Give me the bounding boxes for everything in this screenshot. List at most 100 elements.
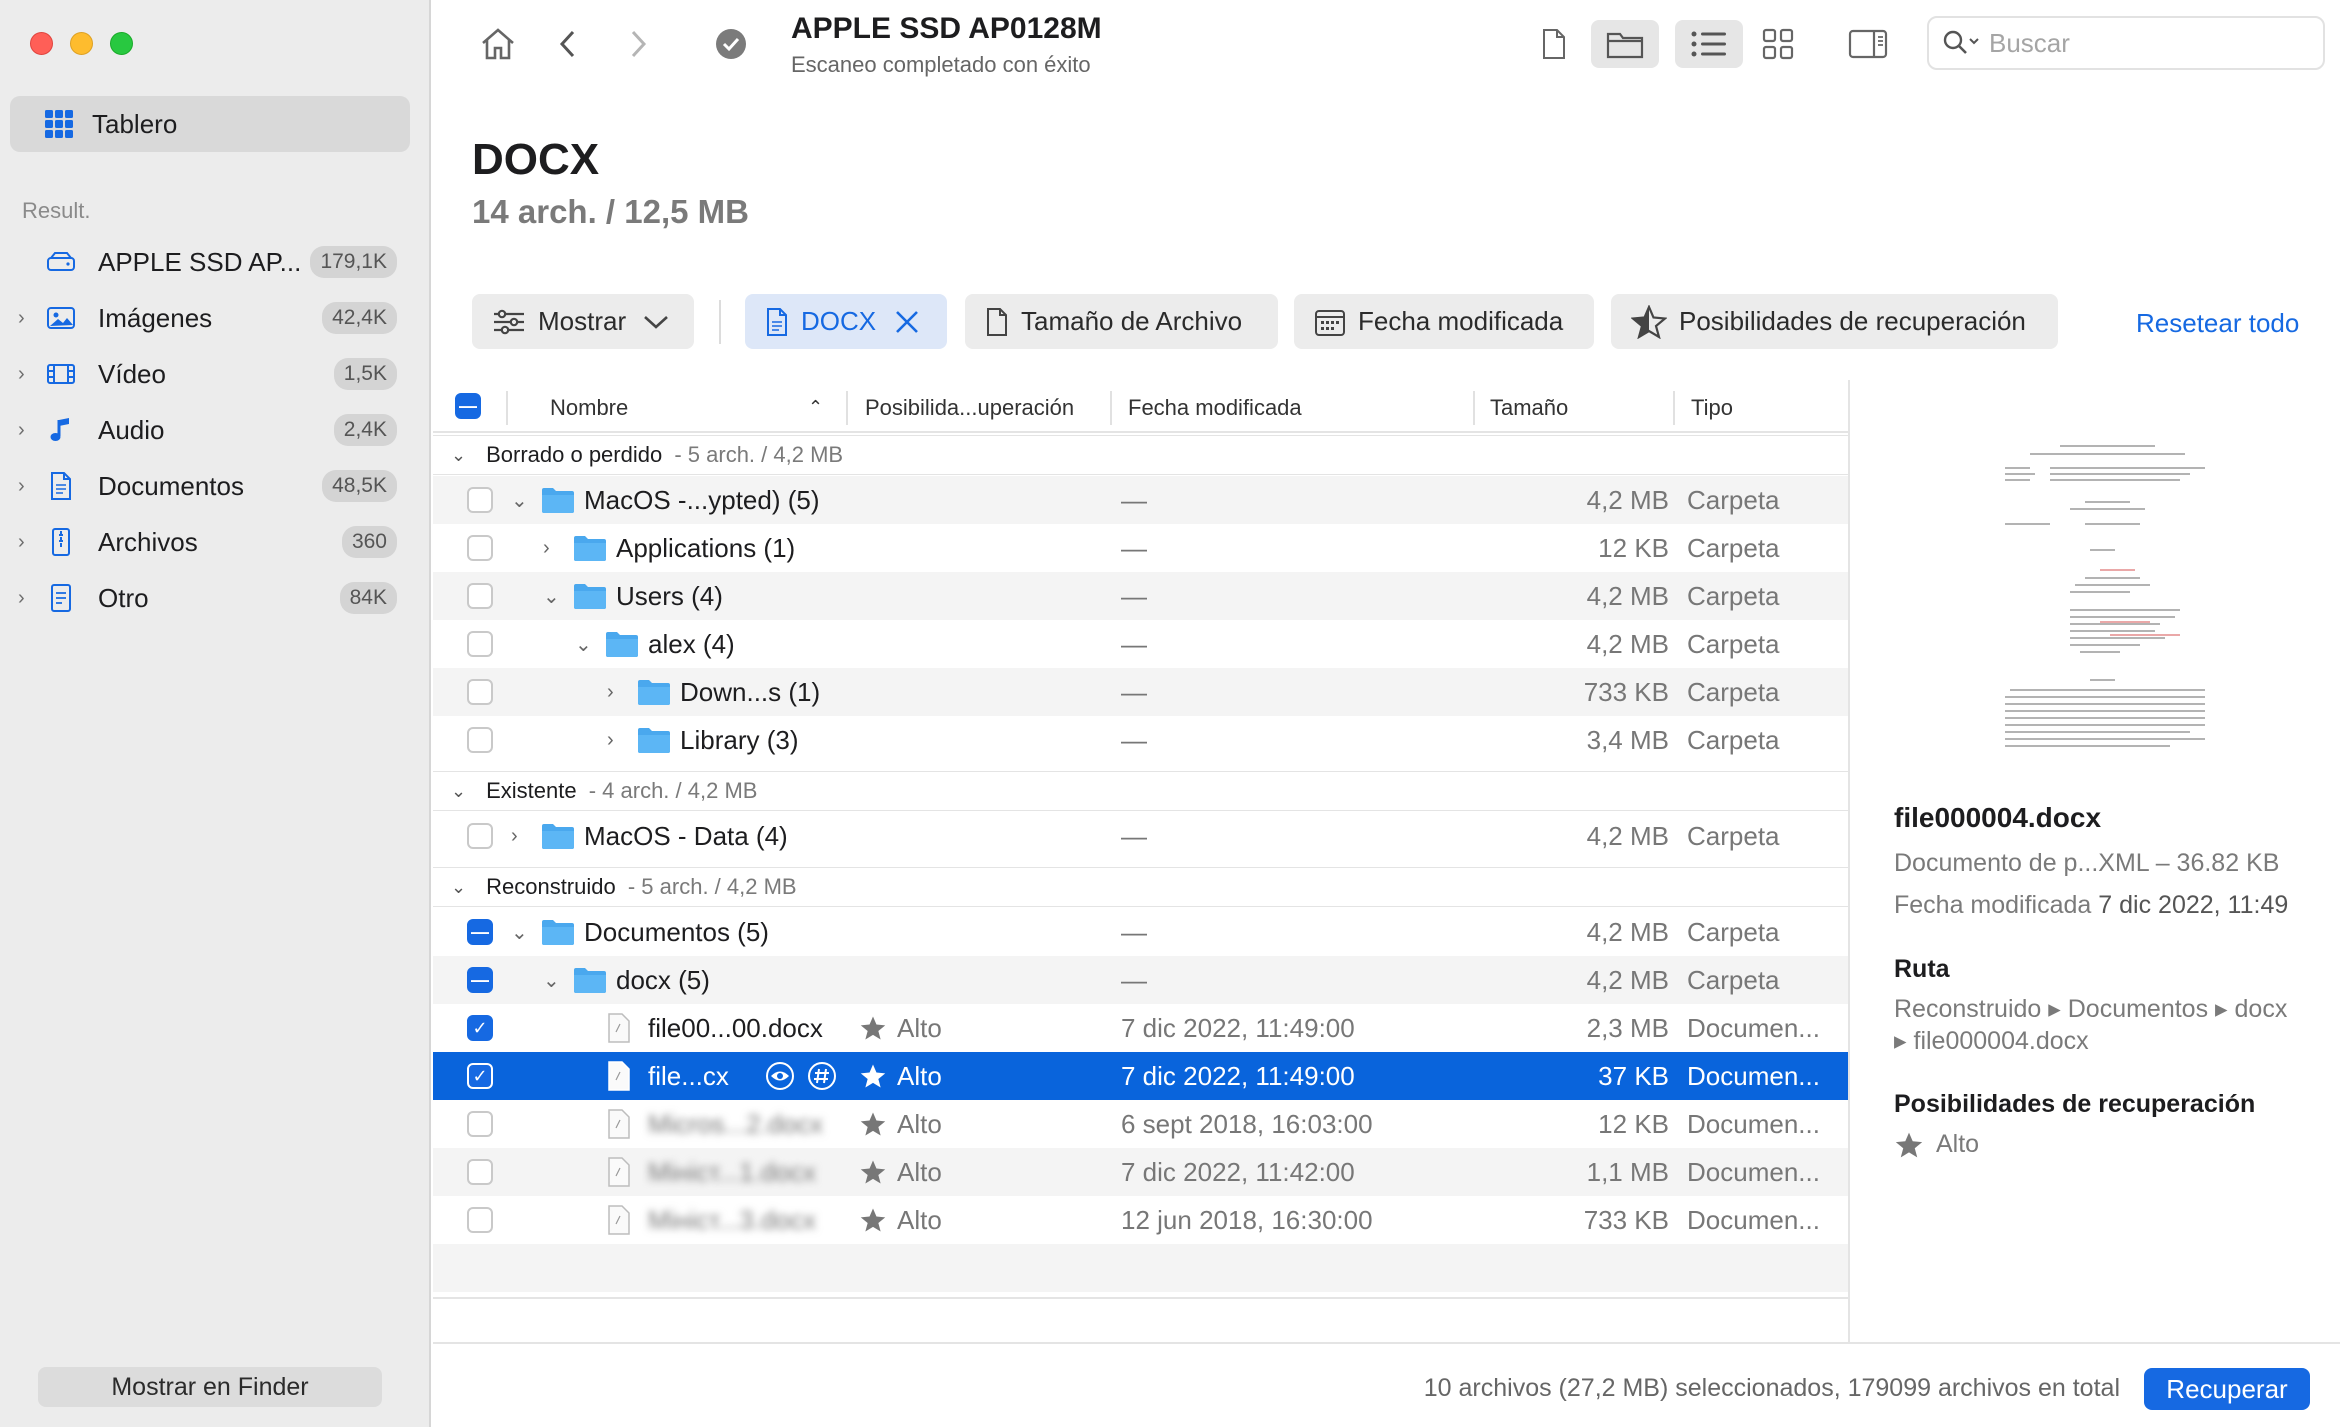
select-all-checkbox[interactable]: —: [455, 393, 481, 419]
row-checkbox[interactable]: [467, 1111, 493, 1137]
chevron-right-icon[interactable]: ›: [18, 363, 38, 386]
date-modified-filter[interactable]: Fecha modificada: [1294, 294, 1594, 349]
star-icon: [1895, 1132, 1923, 1157]
row-checkbox[interactable]: [467, 631, 493, 657]
chevron-down-icon[interactable]: ⌄: [543, 968, 560, 993]
chevron-down-icon[interactable]: ⌄: [451, 877, 466, 898]
hashtag-icon[interactable]: [807, 1061, 837, 1091]
show-in-finder-button[interactable]: Mostrar en Finder: [38, 1367, 382, 1407]
empty-row: [433, 1244, 1849, 1292]
sidebar-item-archives[interactable]: › Archivos 360: [0, 516, 431, 568]
close-icon[interactable]: [894, 309, 920, 335]
chevron-down-icon[interactable]: ⌄: [511, 920, 528, 945]
chevron-right-icon[interactable]: ›: [18, 419, 38, 442]
chevron-right-icon[interactable]: ›: [511, 825, 518, 848]
table-row[interactable]: Micros...2.docx Alto 6 sept 2018, 16:03:…: [433, 1100, 1849, 1148]
chevron-right-icon[interactable]: ›: [543, 537, 550, 560]
table-row-selected[interactable]: ✓ file...cx Alto 7 dic 2022, 11:49:00 37…: [433, 1052, 1849, 1100]
recovery-chances-filter-label: Posibilidades de recuperación: [1679, 306, 2026, 336]
file-size: 2,3 MB: [1586, 1012, 1669, 1043]
chevron-down-icon[interactable]: ⌄: [511, 488, 528, 513]
sidebar-item-images[interactable]: › Imágenes 42,4K: [0, 292, 431, 344]
forward-button[interactable]: [613, 20, 663, 68]
table-row[interactable]: — ⌄ docx (5) — 4,2 MB Carpeta: [433, 956, 1849, 1004]
chevron-down-icon[interactable]: ⌄: [575, 632, 592, 657]
docx-filter-chip[interactable]: DOCX: [745, 294, 947, 349]
row-checkbox[interactable]: [467, 1159, 493, 1185]
table-row[interactable]: ✓ file00...00.docx Alto 7 dic 2022, 11:4…: [433, 1004, 1849, 1052]
zoom-window-button[interactable]: [110, 32, 133, 55]
chevron-down-icon[interactable]: ⌄: [451, 445, 466, 466]
sort-ascending-icon[interactable]: ⌃: [808, 397, 823, 418]
column-header-date[interactable]: Fecha modificada: [1128, 395, 1302, 421]
row-checkbox[interactable]: ✓: [467, 1015, 493, 1041]
column-header-name[interactable]: Nombre: [550, 395, 628, 421]
chevron-right-icon[interactable]: ›: [607, 681, 614, 704]
table-row[interactable]: Мініст...1.docx Alto 7 dic 2022, 11:42:0…: [433, 1148, 1849, 1196]
column-header-size[interactable]: Tamaño: [1490, 395, 1568, 421]
preview-modified-value: 7 dic 2022, 11:49: [2098, 891, 2289, 919]
chevron-down-icon[interactable]: ⌄: [543, 584, 560, 609]
search-field[interactable]: Buscar: [1927, 16, 2325, 70]
row-checkbox[interactable]: [467, 727, 493, 753]
file-size-filter[interactable]: Tamaño de Archivo: [965, 294, 1278, 349]
row-checkbox[interactable]: [467, 535, 493, 561]
close-window-button[interactable]: [30, 32, 53, 55]
column-header-chances[interactable]: Posibilida...uperación: [865, 395, 1074, 421]
table-row[interactable]: › Applications (1) — 12 KB Carpeta: [433, 524, 1849, 572]
group-header-reconstructed[interactable]: ⌄ Reconstruido - 5 arch. / 4,2 MB: [433, 867, 1849, 907]
recover-button[interactable]: Recuperar: [2144, 1368, 2310, 1410]
table-row[interactable]: — ⌄ Documentos (5) — 4,2 MB Carpeta: [433, 908, 1849, 956]
row-checkbox[interactable]: [467, 679, 493, 705]
modified-date: —: [1121, 964, 1147, 995]
table-row[interactable]: › Down...s (1) — 733 KB Carpeta: [433, 668, 1849, 716]
modified-date: —: [1121, 724, 1147, 755]
show-filter-dropdown[interactable]: Mostrar: [472, 294, 694, 349]
table-row[interactable]: › MacOS - Data (4) — 4,2 MB Carpeta: [433, 812, 1849, 860]
table-row[interactable]: ⌄ alex (4) — 4,2 MB Carpeta: [433, 620, 1849, 668]
row-checkbox[interactable]: —: [467, 919, 493, 945]
home-button[interactable]: [473, 20, 523, 68]
chevron-down-icon[interactable]: ⌄: [451, 781, 466, 802]
sidebar-item-dashboard[interactable]: Tablero: [10, 96, 410, 152]
sidebar-item-drive[interactable]: APPLE SSD AP... 179,1K: [0, 236, 431, 288]
eye-icon[interactable]: [765, 1061, 795, 1091]
minimize-window-button[interactable]: [70, 32, 93, 55]
row-checkbox[interactable]: [467, 1207, 493, 1233]
chevron-right-icon[interactable]: ›: [18, 475, 38, 498]
row-checkbox[interactable]: [467, 823, 493, 849]
sidebar-item-audio[interactable]: › Audio 2,4K: [0, 404, 431, 456]
row-checkbox[interactable]: —: [467, 967, 493, 993]
scan-status-button[interactable]: [706, 20, 756, 68]
column-header-type[interactable]: Tipo: [1691, 395, 1733, 421]
table-row[interactable]: ⌄ Users (4) — 4,2 MB Carpeta: [433, 572, 1849, 620]
recovery-chances-filter[interactable]: Posibilidades de recuperación: [1611, 294, 2058, 349]
sidebar-item-video[interactable]: › Vídeo 1,5K: [0, 348, 431, 400]
chevron-right-icon[interactable]: ›: [18, 531, 38, 554]
sidebar-item-other[interactable]: › Otro 84K: [0, 572, 431, 624]
file-type: Carpeta: [1687, 820, 1780, 851]
file-view-button[interactable]: [1529, 20, 1579, 68]
file-type: Documen...: [1687, 1108, 1820, 1139]
folder-icon: [638, 728, 670, 753]
file-name: file...cx: [648, 1060, 729, 1091]
preview-pane-toggle[interactable]: [1843, 20, 1893, 68]
sidebar-item-documents[interactable]: › Documentos 48,5K: [0, 460, 431, 512]
grid-view-button[interactable]: [1753, 20, 1803, 68]
back-button[interactable]: [543, 20, 593, 68]
row-checkbox[interactable]: ✓: [467, 1063, 493, 1089]
row-checkbox[interactable]: [467, 487, 493, 513]
table-row[interactable]: › Library (3) — 3,4 MB Carpeta: [433, 716, 1849, 764]
table-row[interactable]: ⌄ MacOS -...ypted) (5) — 4,2 MB Carpeta: [433, 476, 1849, 524]
chevron-right-icon[interactable]: ›: [607, 729, 614, 752]
group-header-deleted[interactable]: ⌄ Borrado o perdido - 5 arch. / 4,2 MB: [433, 435, 1849, 475]
preview-chances: Alto: [1894, 1130, 1979, 1159]
list-view-button[interactable]: [1675, 20, 1743, 68]
chevron-right-icon[interactable]: ›: [18, 587, 38, 610]
reset-all-link[interactable]: Resetear todo: [2136, 308, 2299, 339]
group-header-existing[interactable]: ⌄ Existente - 4 arch. / 4,2 MB: [433, 771, 1849, 811]
row-checkbox[interactable]: [467, 583, 493, 609]
table-row[interactable]: Мініст...3.docx Alto 12 jun 2018, 16:30:…: [433, 1196, 1849, 1244]
folder-view-button[interactable]: [1591, 20, 1659, 68]
chevron-right-icon[interactable]: ›: [18, 307, 38, 330]
